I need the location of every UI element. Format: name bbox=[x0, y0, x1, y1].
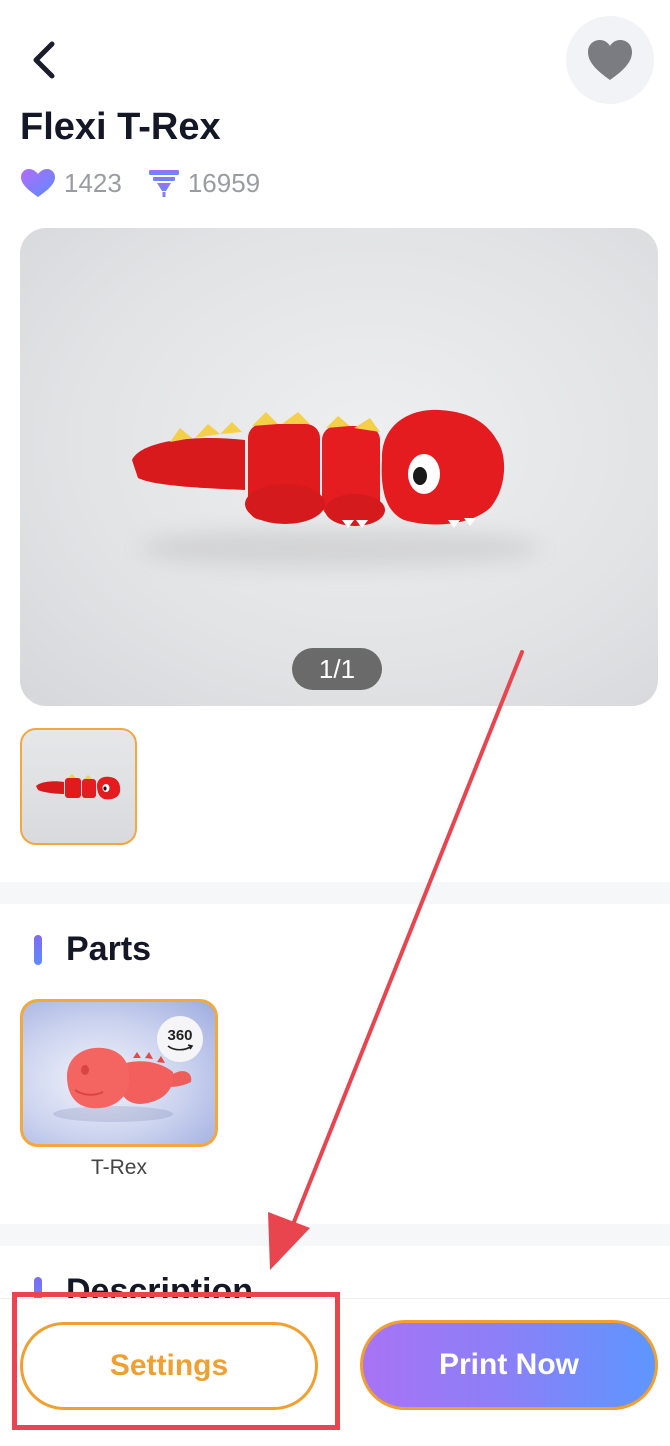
accent-bar bbox=[34, 934, 42, 965]
favorite-button[interactable] bbox=[566, 16, 654, 104]
model-title: Flexi T-Rex bbox=[20, 106, 221, 148]
model-image[interactable]: 1/1 bbox=[20, 228, 658, 706]
back-button[interactable] bbox=[22, 36, 66, 84]
likes-count: 1423 bbox=[64, 167, 122, 198]
rotate-360-badge: 360 bbox=[157, 1016, 203, 1062]
heart-icon bbox=[588, 40, 632, 80]
rotate-arrow-icon bbox=[167, 1043, 194, 1051]
trex-thumbnail-illustration bbox=[36, 774, 121, 800]
nozzle-icon bbox=[148, 170, 179, 197]
print-now-button[interactable]: Print Now bbox=[360, 1320, 658, 1410]
section-divider bbox=[0, 1224, 670, 1246]
heart-icon bbox=[21, 169, 55, 197]
chevron-left-icon bbox=[33, 41, 55, 79]
image-thumbnail[interactable] bbox=[20, 728, 137, 845]
prints-stat: 16959 bbox=[148, 168, 260, 199]
part-card-trex[interactable]: 360 bbox=[20, 999, 218, 1147]
section-divider bbox=[0, 882, 670, 904]
image-counter: 1/1 bbox=[292, 648, 382, 690]
badge-360-label: 360 bbox=[167, 1026, 193, 1044]
parts-heading: Parts bbox=[66, 930, 152, 968]
part-label: T-Rex bbox=[90, 1156, 147, 1179]
likes-stat: 1423 bbox=[20, 168, 122, 199]
settings-button[interactable]: Settings bbox=[20, 1322, 318, 1410]
prints-count: 16959 bbox=[187, 167, 261, 198]
trex-illustration bbox=[132, 409, 505, 528]
model-stats: 1423 16959 bbox=[20, 166, 260, 200]
parts-section-title: Parts bbox=[34, 930, 151, 969]
